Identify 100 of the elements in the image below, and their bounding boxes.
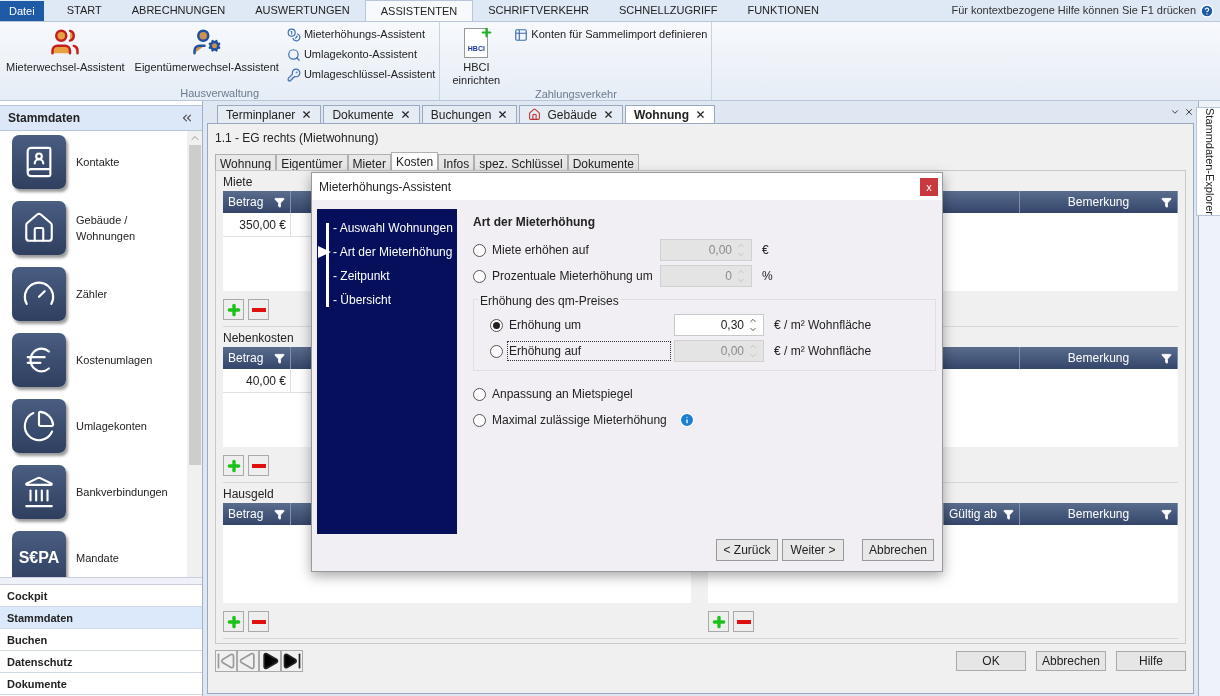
remove-button[interactable] bbox=[248, 611, 269, 632]
dialog-button[interactable]: Weiter > bbox=[782, 539, 844, 561]
column-header[interactable]: Gültig ab bbox=[944, 503, 1020, 525]
option-label[interactable]: Maximal zulässige Mieterhöhung bbox=[490, 410, 669, 430]
close-icon[interactable] bbox=[399, 109, 411, 120]
coins-icon bbox=[286, 27, 301, 42]
sidebar-item[interactable]: Umlagekonten bbox=[12, 399, 187, 453]
unit-label: % bbox=[762, 268, 773, 285]
remove-button[interactable] bbox=[248, 455, 269, 476]
spin-down-icon[interactable] bbox=[747, 325, 759, 334]
close-icon[interactable] bbox=[301, 109, 313, 120]
minus-icon bbox=[251, 619, 266, 624]
column-header[interactable]: Betrag bbox=[223, 191, 291, 213]
close-icon[interactable] bbox=[694, 109, 706, 120]
minus-icon bbox=[251, 463, 266, 468]
dialog-button[interactable]: Abbrechen bbox=[862, 539, 934, 561]
spin-up-icon[interactable] bbox=[747, 316, 759, 325]
footer-button[interactable]: Hilfe bbox=[1116, 651, 1186, 671]
filter-icon[interactable] bbox=[274, 196, 285, 208]
ribbon-button[interactable]: Mieterhöhungs-Assistent bbox=[286, 26, 436, 43]
menu-tab[interactable]: SCHNELLZUGRIFF bbox=[604, 0, 733, 21]
section-tab[interactable]: Eigentümer bbox=[276, 154, 348, 170]
sidebar-header: Stammdaten bbox=[0, 105, 202, 131]
option-label[interactable]: Anpassung an Mietspiegel bbox=[490, 384, 635, 404]
remove-button[interactable] bbox=[733, 611, 754, 632]
filter-icon[interactable] bbox=[1161, 352, 1172, 364]
filter-icon[interactable] bbox=[1003, 508, 1014, 520]
document-tab[interactable]: Dokumente bbox=[323, 105, 420, 123]
help-hint: Für kontextbezogene Hilfe können Sie F1 drücken bbox=[951, 3, 1196, 18]
column-header[interactable]: Betrag bbox=[223, 347, 291, 369]
radio-button[interactable] bbox=[473, 413, 486, 427]
filter-icon[interactable] bbox=[1161, 196, 1172, 208]
document-tab[interactable]: Wohnung bbox=[624, 105, 715, 123]
houses-icon bbox=[12, 201, 66, 255]
plus-icon bbox=[225, 301, 242, 318]
section-tab[interactable]: Kosten bbox=[390, 152, 439, 170]
sidebar-item[interactable]: Kostenumlagen bbox=[12, 333, 187, 387]
column-header[interactable]: Bemerkung bbox=[1020, 347, 1178, 369]
ribbon-button[interactable]: Umlagekonto-Assistent bbox=[286, 46, 436, 63]
filter-icon[interactable] bbox=[274, 352, 285, 364]
filter-icon[interactable] bbox=[1161, 508, 1172, 520]
info-icon[interactable] bbox=[678, 412, 695, 428]
collapse-icon[interactable] bbox=[180, 111, 194, 125]
column-header[interactable]: Bemerkung bbox=[1020, 191, 1178, 213]
dialog-title: Mieterhöhungs-Assistent bbox=[319, 178, 453, 196]
key-icon bbox=[286, 67, 301, 82]
number-field[interactable]: 0,30 bbox=[674, 314, 764, 336]
dropdown-icon[interactable] bbox=[1170, 107, 1180, 117]
footer-button[interactable]: Abbrechen bbox=[1036, 651, 1106, 671]
sidebar-item[interactable]: Gebäude / Wohnungen bbox=[12, 201, 187, 255]
close-icon[interactable] bbox=[497, 109, 509, 120]
minus-icon bbox=[736, 619, 751, 624]
ribbon-button[interactable]: Mieterwechsel-Assistent bbox=[4, 26, 127, 86]
first-record-icon[interactable] bbox=[215, 650, 237, 672]
scrollbar[interactable] bbox=[187, 131, 202, 577]
close-icon[interactable] bbox=[602, 109, 614, 120]
close-icon[interactable] bbox=[1184, 107, 1194, 117]
section-tab[interactable]: Dokumente bbox=[567, 154, 639, 170]
ribbon-button[interactable]: Eigentümerwechsel-Assistent bbox=[132, 26, 281, 86]
sepa-logo: S€PA bbox=[12, 531, 66, 577]
column-header[interactable]: Bemerkung bbox=[1020, 503, 1178, 525]
pane-title: 1.1 - EG rechts (Mietwohnung) bbox=[215, 130, 380, 147]
document-tab[interactable]: Terminplaner bbox=[217, 105, 322, 123]
footer-button[interactable]: OK bbox=[956, 651, 1026, 671]
section-tab[interactable]: spez. Schlüssel bbox=[474, 154, 568, 170]
sidebar-item[interactable]: Kontakte bbox=[12, 135, 187, 189]
pie-icon bbox=[12, 399, 66, 453]
menu-tab[interactable]: FUNKTIONEN bbox=[732, 0, 834, 21]
unit-label: € / m² Wohnfläche bbox=[774, 317, 872, 334]
remove-button[interactable] bbox=[248, 299, 269, 320]
column-header[interactable]: Betrag bbox=[223, 503, 291, 525]
ribbon-button[interactable]: Konten für Sammelimport definieren bbox=[514, 26, 708, 43]
menu-tab[interactable]: ASSISTENTEN bbox=[364, 0, 474, 21]
menu-tab[interactable]: ABRECHNUNGEN bbox=[116, 0, 241, 21]
next-record-icon[interactable] bbox=[259, 650, 281, 672]
close-button[interactable]: x bbox=[920, 177, 938, 196]
radio-button[interactable] bbox=[490, 318, 503, 332]
ribbon-button[interactable]: Umlageschlüssel-Assistent bbox=[286, 66, 436, 83]
file-tab[interactable]: Datei bbox=[0, 1, 44, 21]
menu-tab[interactable]: AUSWERTUNGEN bbox=[240, 0, 365, 21]
menu-tab[interactable]: SCHRIFTVERKEHR bbox=[473, 0, 605, 21]
sidebar-item[interactable]: Bankverbindungen bbox=[12, 465, 187, 519]
help-icon[interactable] bbox=[1200, 4, 1214, 18]
dialog-button[interactable]: < Zurück bbox=[716, 539, 778, 561]
section-tab[interactable]: Wohnung bbox=[215, 154, 277, 170]
option-label[interactable]: Erhöhung um bbox=[507, 315, 584, 335]
nav-item[interactable]: Stammdaten bbox=[0, 607, 202, 629]
document-tab[interactable]: Gebäude bbox=[519, 105, 623, 123]
sidebar-item[interactable]: Zähler bbox=[12, 267, 187, 321]
document-tab[interactable]: Buchungen bbox=[421, 105, 518, 123]
last-record-icon[interactable] bbox=[281, 650, 303, 672]
section-tab[interactable]: Mieter bbox=[347, 154, 391, 170]
filter-icon[interactable] bbox=[274, 508, 285, 520]
section-title: Nebenkosten bbox=[223, 330, 294, 347]
section-tab[interactable]: Infos bbox=[438, 154, 475, 170]
explorer-tab[interactable]: Stammdaten-Explorer bbox=[1196, 107, 1220, 216]
bank-icon bbox=[12, 465, 66, 519]
menu-tab[interactable]: START bbox=[51, 0, 117, 21]
radio-button[interactable] bbox=[473, 387, 486, 401]
wizard-step: - Art der Mieterhöhung bbox=[317, 240, 457, 264]
